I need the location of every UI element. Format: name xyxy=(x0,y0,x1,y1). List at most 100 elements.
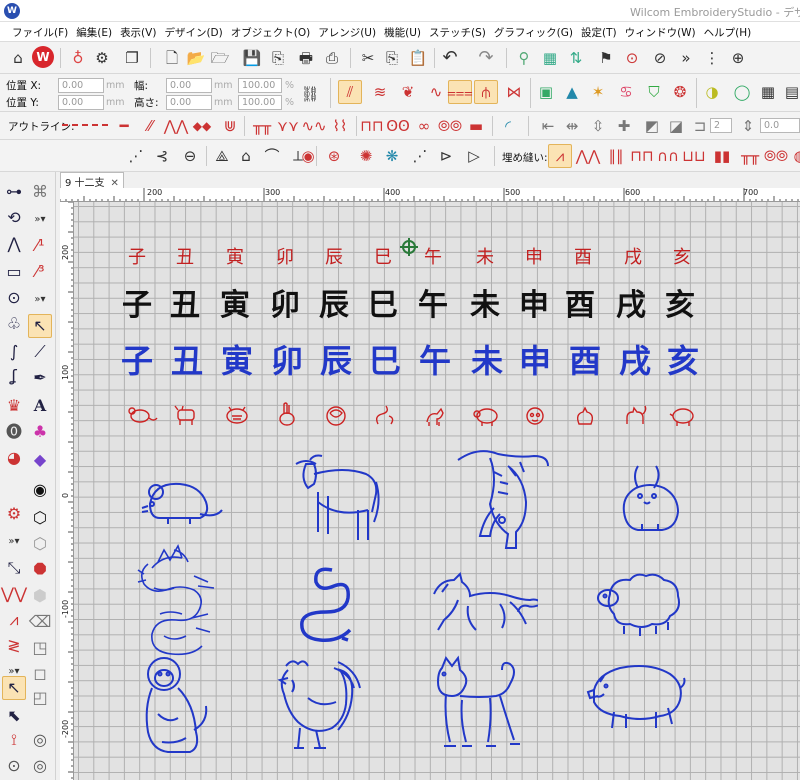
people-icon[interactable]: ♣ xyxy=(28,420,52,444)
dog-figure[interactable] xyxy=(430,654,526,758)
team-names-icon[interactable]: ⓿ xyxy=(2,420,26,444)
arc-icon[interactable]: ◜ xyxy=(496,114,520,138)
document-tab[interactable]: 9 十二支 ✕ xyxy=(60,172,124,189)
zodiac-black-7[interactable]: 未 xyxy=(460,291,510,321)
corner-icon[interactable]: ◳ xyxy=(28,636,52,660)
outline-bar-icon[interactable]: ▬ xyxy=(464,114,488,138)
zodiac-red-8[interactable]: 申 xyxy=(509,249,559,267)
zodiac-blue-3[interactable]: 卯 xyxy=(262,345,312,377)
hoop-pin-icon[interactable]: ♁ xyxy=(66,46,90,70)
hexagon-outline-icon[interactable]: ⬡ xyxy=(28,532,52,556)
color-wheel-icon[interactable]: ◑ xyxy=(700,80,724,104)
zodiac-blue-0[interactable]: 子 xyxy=(112,345,162,377)
column-stitch-icon[interactable]: ⩶ xyxy=(447,80,473,104)
menu-object[interactable]: オブジェクト(O) xyxy=(231,22,318,41)
leaf-stitch-icon[interactable]: ❦ xyxy=(396,80,420,104)
mirror-icon[interactable]: ◩ xyxy=(640,114,664,138)
rectangle-icon[interactable]: ▭ xyxy=(2,260,26,284)
node-house-icon[interactable]: ⌂ xyxy=(234,144,258,168)
expand-more-icon[interactable]: »▾ xyxy=(28,208,52,232)
machine-icon[interactable]: ⚙ xyxy=(2,502,26,526)
shapes-tool-icon[interactable]: ♧ xyxy=(2,312,26,336)
center-icon[interactable]: ⊙ xyxy=(2,754,26,778)
zodiac-red-6[interactable]: 午 xyxy=(408,249,458,267)
fill-zigzag-icon[interactable]: ⋀⋀ xyxy=(576,144,601,168)
slow-redraw-icon[interactable]: ⊘ xyxy=(648,46,672,70)
grid-icon[interactable]: ▦ xyxy=(756,80,780,104)
freehand-icon[interactable]: ∫ xyxy=(2,340,26,364)
ellipse-icon[interactable]: ⊙ xyxy=(2,286,26,310)
digitize-shape-icon[interactable]: ⋀ xyxy=(2,232,26,256)
stop-octagon-icon[interactable]: ⯃ xyxy=(28,558,52,582)
run-stitch-1-icon[interactable]: ⁄¹ xyxy=(28,234,52,258)
hexagon-icon[interactable]: ⬡ xyxy=(28,506,52,530)
select-tool-icon[interactable]: ↖ xyxy=(2,676,26,700)
menu-edit[interactable]: 編集(E) xyxy=(76,22,120,41)
zodiac-blue-10[interactable]: 戌 xyxy=(610,345,660,377)
menu-window[interactable]: ウィンドウ(W) xyxy=(625,22,704,41)
align-grid-icon[interactable]: ✚ xyxy=(612,114,636,138)
outline-wave-icon[interactable]: ∿∿ xyxy=(301,114,326,138)
menu-view[interactable]: 表示(V) xyxy=(120,22,164,41)
rabbit-figure[interactable] xyxy=(618,462,684,542)
print-preview-icon[interactable]: ⎙ xyxy=(320,46,344,70)
design-canvas[interactable]: 子 丑 寅 卯 辰 巳 午 未 申 酉 戌 亥 子 丑 寅 卯 辰 巳 午 未 … xyxy=(74,202,800,780)
lock-icon[interactable]: ⊐ xyxy=(688,114,712,138)
color-dropper-icon[interactable]: ⟟ xyxy=(2,728,26,752)
fill-chain-icon[interactable]: ⦾⦾ xyxy=(764,144,788,168)
flip-icon[interactable]: ◪ xyxy=(664,114,688,138)
fish-shape-icon[interactable]: ⊳ xyxy=(434,144,458,168)
menu-stitch[interactable]: ステッチ(S) xyxy=(429,22,494,41)
distribute-icon[interactable]: ⇳ xyxy=(586,114,610,138)
snake-figure[interactable] xyxy=(288,566,362,652)
pattern-run-icon[interactable]: ⋰ xyxy=(408,144,432,168)
mandala-icon[interactable]: ❋ xyxy=(380,144,404,168)
design-library-icon[interactable]: ⚙ xyxy=(90,46,114,70)
fill-bar-icon[interactable]: ▮▮ xyxy=(710,144,734,168)
spiral-icon[interactable]: ʆ xyxy=(2,364,26,388)
dragon-figure[interactable] xyxy=(134,544,230,656)
zoom-icon[interactable]: ⊕ xyxy=(726,46,750,70)
export-icon[interactable]: ⎘ xyxy=(266,46,290,70)
hoop-icon[interactable]: ◯ xyxy=(730,80,754,104)
offset-field[interactable]: 0.0 xyxy=(760,118,800,133)
ox-figure[interactable] xyxy=(288,452,388,552)
home-icon[interactable]: ⌂ xyxy=(6,46,30,70)
copy-icon[interactable]: ⎘ xyxy=(380,46,404,70)
undo-icon[interactable]: ↶ xyxy=(438,46,462,70)
width-pct-field[interactable]: 100.00 xyxy=(238,78,282,93)
height-field[interactable]: 0.00 xyxy=(166,95,212,110)
wilcom-logo-icon[interactable]: W xyxy=(32,46,54,68)
zodiac-red-3[interactable]: 卯 xyxy=(260,249,310,267)
zodiac-blue-9[interactable]: 酉 xyxy=(560,345,610,377)
menu-help[interactable]: ヘルプ(H) xyxy=(704,22,760,41)
fill-more-icon[interactable]: ◍ xyxy=(788,144,800,168)
travel-icon[interactable]: ⇅ xyxy=(564,46,588,70)
group-icon[interactable]: ◰ xyxy=(28,686,52,710)
reshape-tool-icon[interactable]: ⌘ xyxy=(28,180,52,204)
open-folder-icon[interactable]: 📂 xyxy=(184,46,208,70)
pos-y-field[interactable]: 0.00 xyxy=(58,95,104,110)
knife-icon[interactable]: ⟋ xyxy=(28,340,52,364)
align-left-icon[interactable]: ⇤ xyxy=(536,114,560,138)
digitize-open-icon[interactable]: ⊶ xyxy=(2,180,26,204)
zodiac-black-4[interactable]: 辰 xyxy=(309,291,359,321)
height-pct-field[interactable]: 100.00 xyxy=(238,95,282,110)
star-icon[interactable]: ✶ xyxy=(586,80,610,104)
show-stitches-icon[interactable]: ⋮ xyxy=(700,46,724,70)
outline-comb-icon[interactable]: ╥╥ xyxy=(250,114,274,138)
outline-feather-icon[interactable]: ⋓ xyxy=(218,114,242,138)
digitize-closed-icon[interactable]: ⟲ xyxy=(2,206,26,230)
rat-figure[interactable] xyxy=(138,474,228,528)
frame-out-icon[interactable]: ▦ xyxy=(538,46,562,70)
outline-loop-icon[interactable]: ʘʘ xyxy=(386,114,410,138)
zodiac-red-4[interactable]: 辰 xyxy=(309,249,359,267)
monogram-icon[interactable]: ♛ xyxy=(2,394,26,418)
sequin-icon[interactable]: ◆ xyxy=(28,448,52,472)
lock-proportion-icon[interactable]: ⛓ xyxy=(298,82,322,106)
pos-x-field[interactable]: 0.00 xyxy=(58,78,104,93)
boar-figure[interactable] xyxy=(586,662,686,738)
shapes-icon[interactable]: ▲ xyxy=(560,80,584,104)
square-icon[interactable]: ◻ xyxy=(28,662,52,686)
arrow-shape-icon[interactable]: ▷ xyxy=(462,144,486,168)
